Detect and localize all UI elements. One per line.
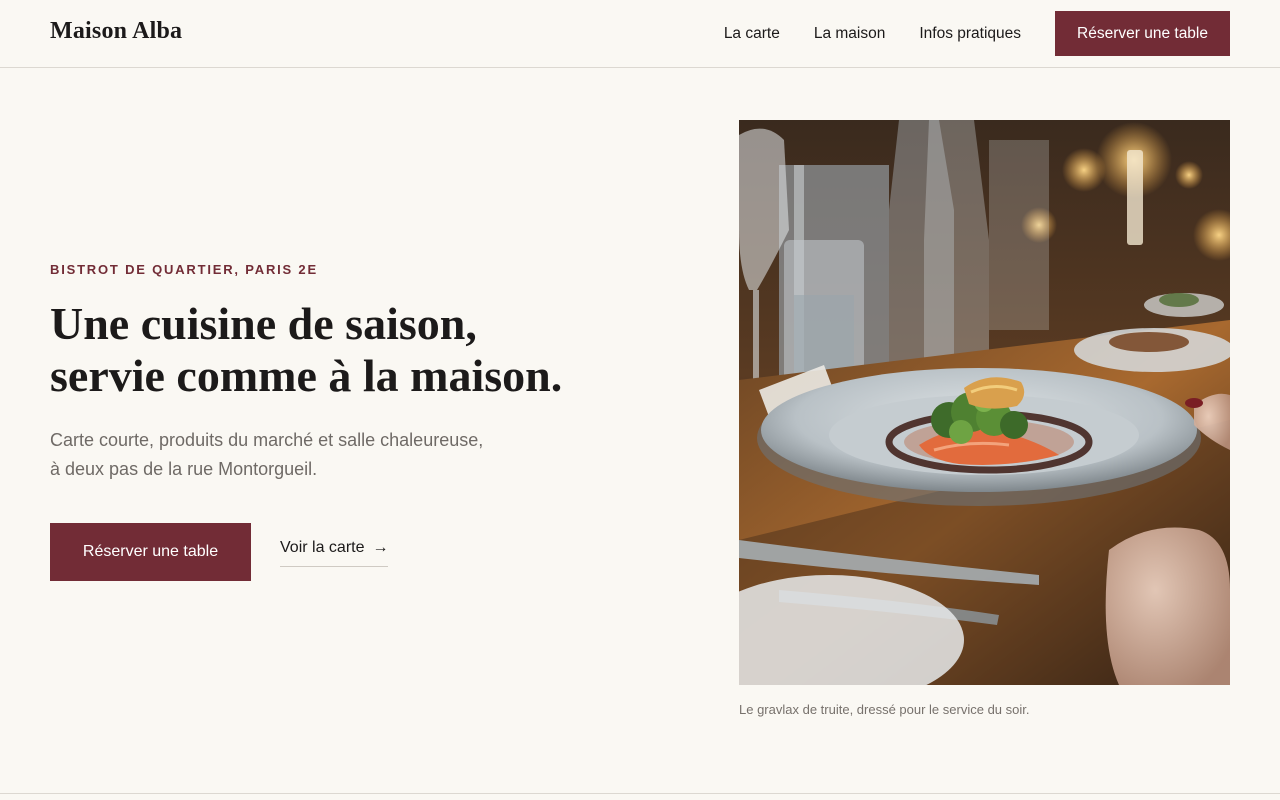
nav-link-la-maison[interactable]: La maison bbox=[814, 25, 886, 43]
hero-lead-line: Carte courte, produits du marché et sall… bbox=[50, 430, 484, 450]
page: Maison Alba La carte La maison Infos pra… bbox=[0, 0, 1280, 800]
photo-caption: Le gravlax de truite, dressé pour le ser… bbox=[739, 702, 1030, 717]
hero-lead-line: à deux pas de la rue Montorgueil. bbox=[50, 459, 318, 479]
header-reserve-button[interactable]: Réserver une table bbox=[1055, 11, 1230, 56]
hero-title: Une cuisine de saison, servie comme à la… bbox=[50, 298, 670, 402]
nav-link-la-carte[interactable]: La carte bbox=[724, 25, 780, 43]
brand-logo[interactable]: Maison Alba bbox=[50, 18, 182, 45]
hero-eyebrow: BISTROT DE QUARTIER, PARIS 2E bbox=[50, 262, 318, 277]
see-menu-label: Voir la carte bbox=[280, 539, 365, 556]
nav-link-infos-pratiques[interactable]: Infos pratiques bbox=[919, 25, 1021, 43]
hero-reserve-button[interactable]: Réserver une table bbox=[50, 523, 251, 581]
dish-photo bbox=[739, 120, 1230, 685]
arrow-right-icon: → bbox=[372, 539, 389, 556]
dish-photo-illustration bbox=[739, 120, 1230, 685]
hero-title-line: servie comme à la maison. bbox=[50, 350, 563, 401]
main-nav: La carte La maison Infos pratiques Réser… bbox=[724, 11, 1230, 56]
see-menu-link[interactable]: Voir la carte → bbox=[280, 539, 389, 567]
section-divider bbox=[0, 793, 1280, 794]
site-header: Maison Alba La carte La maison Infos pra… bbox=[0, 0, 1280, 68]
hero-lead: Carte courte, produits du marché et sall… bbox=[50, 426, 550, 484]
hero-title-line: Une cuisine de saison, bbox=[50, 298, 477, 349]
